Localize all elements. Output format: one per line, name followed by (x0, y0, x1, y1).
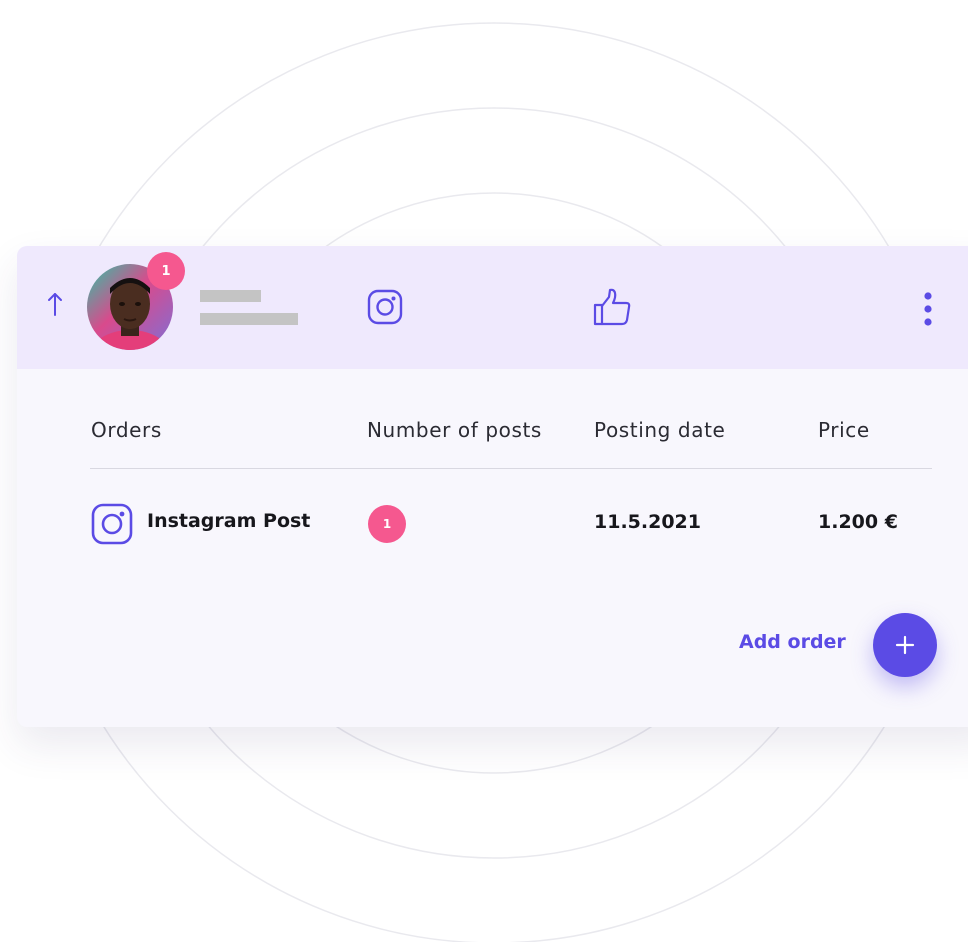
notification-badge: 1 (147, 252, 185, 290)
card-header: 1 (17, 246, 968, 369)
avatar-wrap[interactable]: 1 (87, 252, 185, 350)
stage: 1 Orders Number of posts Posting date Pr… (0, 0, 968, 942)
posts-count-badge: 1 (368, 505, 406, 543)
table-divider (90, 468, 932, 469)
name-placeholder-last (200, 313, 298, 325)
more-vertical-icon[interactable] (920, 291, 936, 327)
column-header-price: Price (818, 418, 870, 442)
plus-icon (895, 635, 915, 655)
column-header-posting-date: Posting date (594, 418, 726, 442)
name-placeholder-first (200, 290, 261, 302)
thumbs-up-icon[interactable] (592, 287, 632, 327)
add-order-link[interactable]: Add order (739, 631, 846, 653)
column-header-orders: Orders (91, 418, 162, 442)
instagram-icon (91, 503, 133, 545)
order-price: 1.200 € (818, 511, 898, 533)
posting-date: 11.5.2021 (594, 511, 701, 533)
order-name: Instagram Post (147, 510, 311, 532)
column-header-number-of-posts: Number of posts (367, 418, 542, 442)
instagram-icon[interactable] (367, 289, 403, 325)
add-order-button[interactable] (873, 613, 937, 677)
influencer-order-card: 1 Orders Number of posts Posting date Pr… (17, 246, 968, 727)
arrow-up-icon[interactable] (45, 290, 65, 318)
